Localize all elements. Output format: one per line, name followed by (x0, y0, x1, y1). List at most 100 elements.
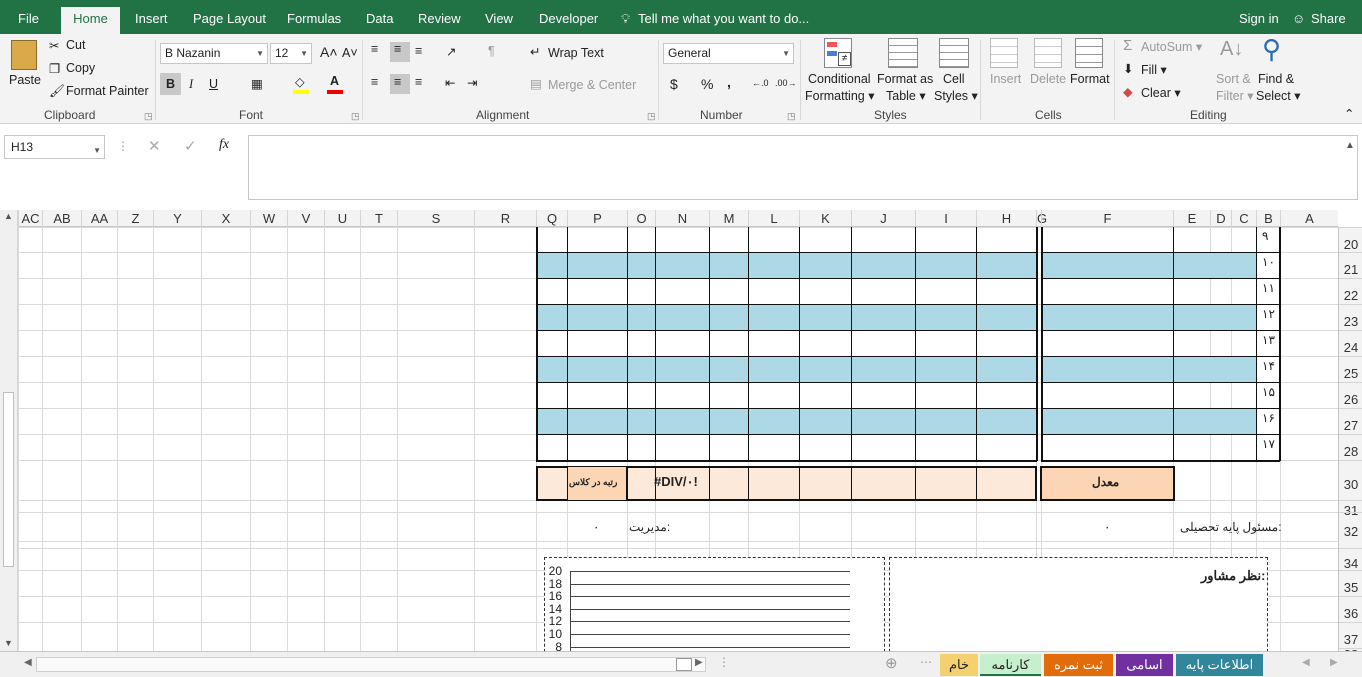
insert-cells-button[interactable]: Insert (990, 72, 1021, 86)
autosum-button[interactable]: AutoSum ▾ (1141, 39, 1202, 54)
scroll-thumb[interactable] (3, 392, 14, 567)
sheet-tab[interactable]: خام (940, 654, 978, 676)
row-header[interactable]: 34 (1339, 548, 1362, 571)
row-header[interactable]: 32 (1339, 512, 1362, 541)
column-header[interactable]: H (976, 210, 1036, 227)
fill-button[interactable]: Fill ▾ (1141, 62, 1167, 77)
clipboard-launcher-icon[interactable]: ◳ (144, 111, 153, 122)
number-launcher-icon[interactable]: ◳ (787, 111, 796, 122)
format-as-table-icon[interactable] (888, 38, 918, 68)
column-header[interactable]: L (748, 210, 799, 227)
align-left-icon[interactable]: ≡ (371, 75, 378, 89)
align-bottom-icon[interactable]: ≡ (415, 44, 422, 58)
column-header[interactable]: R (474, 210, 536, 227)
format-cells-button[interactable]: Format (1070, 72, 1110, 86)
column-header[interactable]: AC (18, 210, 42, 227)
number-format-select[interactable]: General ▼ (663, 43, 794, 64)
increase-indent-icon[interactable]: ⇥ (467, 75, 477, 90)
cut-button[interactable]: Cut (66, 38, 85, 52)
splitter-icon[interactable]: ⋮ (718, 655, 730, 669)
row-header[interactable]: 20 (1339, 227, 1362, 252)
scroll-down-icon[interactable]: ▼ (4, 638, 13, 648)
cell-label[interactable]: Cell (943, 72, 965, 86)
column-header[interactable]: O (627, 210, 655, 227)
hscroll-right-icon[interactable]: ▶ (695, 657, 703, 668)
column-header[interactable]: U (324, 210, 360, 227)
tab-file[interactable]: File (18, 11, 39, 26)
borders-icon[interactable]: ▦ (251, 76, 263, 91)
collapse-ribbon-icon[interactable]: ⌃ (1344, 106, 1354, 121)
column-header[interactable]: AA (81, 210, 117, 227)
column-header[interactable]: N (655, 210, 709, 227)
decrease-font-icon[interactable]: A˅ (342, 46, 358, 60)
paste-button[interactable]: Paste (9, 73, 41, 87)
row-header[interactable]: 26 (1339, 382, 1362, 408)
sheet-tab[interactable]: کارنامه (980, 654, 1041, 676)
column-header[interactable]: Q (536, 210, 567, 227)
format-cells-icon[interactable] (1075, 38, 1103, 68)
font-size-select[interactable]: 12 ▼ (270, 43, 312, 64)
row-header[interactable]: 21 (1339, 252, 1362, 278)
sheet-tab[interactable]: اطلاعات پایه (1176, 654, 1263, 676)
tab-formulas[interactable]: Formulas (287, 11, 341, 26)
tab-data[interactable]: Data (366, 11, 393, 26)
format-painter-button[interactable]: Format Painter (66, 84, 149, 98)
column-header[interactable]: AB (42, 210, 81, 227)
align-right-icon[interactable]: ≡ (415, 75, 422, 89)
decrease-indent-icon[interactable]: ⇤ (445, 75, 455, 90)
tell-me-search[interactable]: Tell me what you want to do... (638, 11, 809, 26)
conditional-label[interactable]: Conditional (808, 72, 871, 86)
cell-styles-icon[interactable] (939, 38, 969, 68)
tab-view[interactable]: View (485, 11, 513, 26)
formula-input[interactable] (248, 135, 1358, 200)
insert-cells-icon[interactable] (990, 38, 1018, 68)
horizontal-scrollbar[interactable] (36, 657, 706, 672)
column-header[interactable]: D (1210, 210, 1231, 227)
column-header[interactable]: Z (117, 210, 153, 227)
chart-area[interactable]: 20 18 16 14 12 10 8 (544, 557, 885, 651)
column-header[interactable]: B (1256, 210, 1280, 227)
delete-cells-button[interactable]: Delete (1030, 72, 1066, 86)
increase-font-icon[interactable]: A˄ (320, 44, 338, 60)
percent-button[interactable]: % (701, 76, 713, 92)
hscroll-thumb[interactable] (676, 658, 692, 671)
column-header[interactable]: A (1280, 210, 1338, 227)
sheet-tabs-more-icon[interactable]: ⋯ (920, 655, 932, 669)
column-header[interactable]: E (1173, 210, 1210, 227)
table-label[interactable]: Table ▾ (886, 88, 926, 103)
row-header[interactable]: 23 (1339, 304, 1362, 330)
tab-page-layout[interactable]: Page Layout (193, 11, 266, 26)
tab-developer[interactable]: Developer (539, 11, 598, 26)
row-header[interactable]: 28 (1339, 434, 1362, 460)
conditional-formatting-icon[interactable]: ≠ (824, 38, 852, 68)
column-header[interactable]: P (567, 210, 627, 227)
column-header[interactable]: I (915, 210, 976, 227)
cell-styles-label[interactable]: Styles ▾ (934, 88, 978, 103)
underline-button[interactable]: U (209, 77, 218, 91)
column-header[interactable]: J (851, 210, 915, 227)
column-header[interactable]: W (250, 210, 287, 227)
cancel-icon[interactable]: ✕ (148, 137, 161, 155)
row-header[interactable]: 22 (1339, 278, 1362, 304)
column-header[interactable]: K (799, 210, 851, 227)
insert-function-button[interactable]: fx (219, 137, 229, 153)
share-button[interactable]: Share (1311, 11, 1346, 26)
comma-button[interactable]: , (727, 74, 731, 90)
delete-cells-icon[interactable] (1034, 38, 1062, 68)
orientation-icon[interactable]: ↗ (446, 44, 456, 59)
italic-button[interactable]: I (189, 77, 193, 92)
column-header[interactable]: V (287, 210, 324, 227)
row-header[interactable]: 30 (1339, 460, 1362, 500)
row-header[interactable]: 36 (1339, 596, 1362, 622)
name-box[interactable]: H13 ▼ (4, 135, 105, 159)
increase-decimal-icon[interactable]: ←.0 (752, 78, 769, 88)
font-color-icon[interactable] (327, 90, 343, 94)
alignment-launcher-icon[interactable]: ◳ (647, 111, 656, 122)
currency-button[interactable]: $ (670, 76, 678, 92)
row-header[interactable]: 24 (1339, 330, 1362, 356)
rtl-icon[interactable]: ¶ (488, 44, 495, 58)
font-name-select[interactable]: B Nazanin ▼ (160, 43, 268, 64)
tab-insert[interactable]: Insert (135, 11, 168, 26)
vertical-scrollbar[interactable]: ▲ ▼ (0, 210, 18, 651)
hscroll-left-icon[interactable]: ◀ (24, 657, 32, 668)
